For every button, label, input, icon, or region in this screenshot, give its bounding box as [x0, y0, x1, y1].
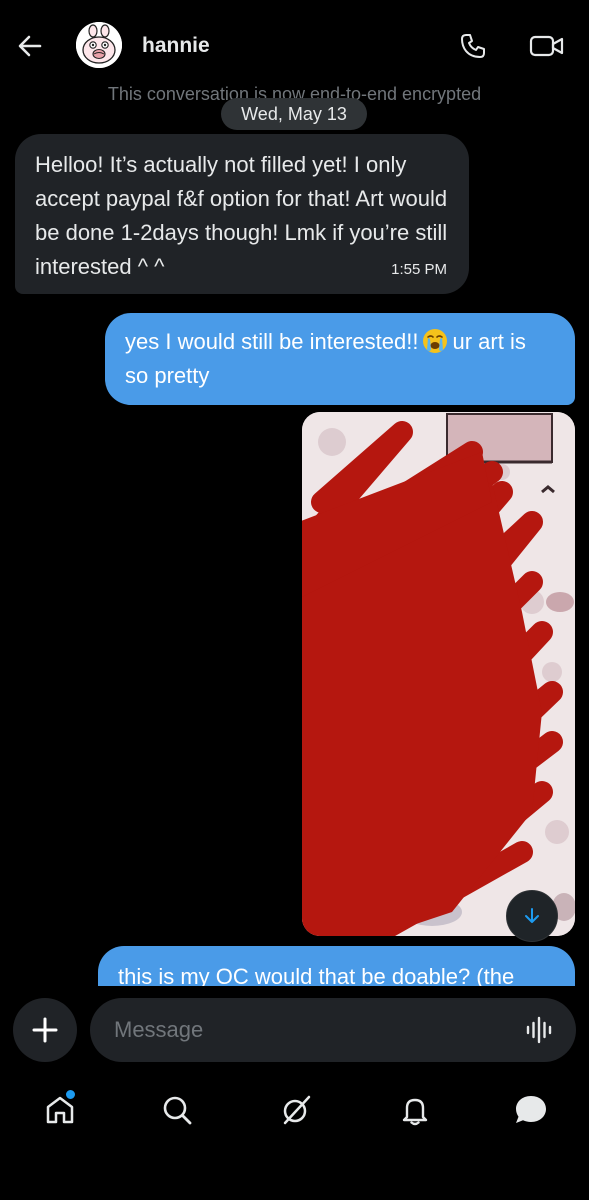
nav-notifications[interactable] — [393, 1088, 437, 1132]
nav-home[interactable] — [38, 1088, 82, 1132]
arrow-left-icon — [18, 35, 42, 57]
avatar[interactable] — [76, 22, 122, 68]
date-divider: Wed, May 13 — [221, 98, 367, 130]
redacted-image — [302, 412, 575, 936]
nav-search[interactable] — [155, 1088, 199, 1132]
plus-icon — [32, 1017, 58, 1043]
sent-message[interactable]: this is my OC would that be doable? (the — [98, 946, 575, 986]
nav-messages[interactable] — [509, 1088, 553, 1132]
notifications-icon — [402, 1098, 428, 1126]
conversation-username[interactable]: hannie — [142, 34, 210, 58]
add-attachment-button[interactable] — [13, 998, 77, 1062]
home-notification-dot — [64, 1088, 77, 1101]
video-call-button[interactable] — [528, 30, 566, 62]
sent-image-attachment[interactable] — [302, 412, 575, 936]
scroll-to-bottom-button[interactable] — [506, 890, 558, 942]
received-message[interactable]: Helloo! It’s actually not filled yet! I … — [15, 134, 469, 294]
sent-message[interactable]: yes I would still be interested!! ur art… — [105, 313, 575, 405]
grok-icon — [283, 1095, 311, 1125]
avatar-bunny-image — [76, 22, 122, 68]
message-text-part: yes I would still be interested!! — [125, 329, 419, 354]
messages-icon — [516, 1096, 546, 1123]
message-text: yes I would still be interested!! ur art… — [125, 325, 555, 393]
back-button[interactable] — [12, 28, 48, 64]
conversation-header: hannie — [0, 0, 589, 92]
video-camera-icon — [529, 35, 564, 57]
message-text: this is my OC would that be doable? (the — [118, 964, 515, 986]
phone-icon — [461, 34, 485, 58]
voice-waveform-icon — [526, 1016, 552, 1044]
message-input[interactable] — [90, 998, 576, 1062]
loudly-crying-face-emoji-icon — [423, 329, 448, 353]
arrow-down-icon — [525, 908, 539, 923]
search-icon — [163, 1096, 192, 1125]
nav-grok[interactable] — [274, 1088, 318, 1132]
message-timestamp: 1:55 PM — [391, 261, 447, 278]
voice-message-button[interactable] — [522, 1014, 558, 1046]
call-button[interactable] — [457, 30, 489, 62]
